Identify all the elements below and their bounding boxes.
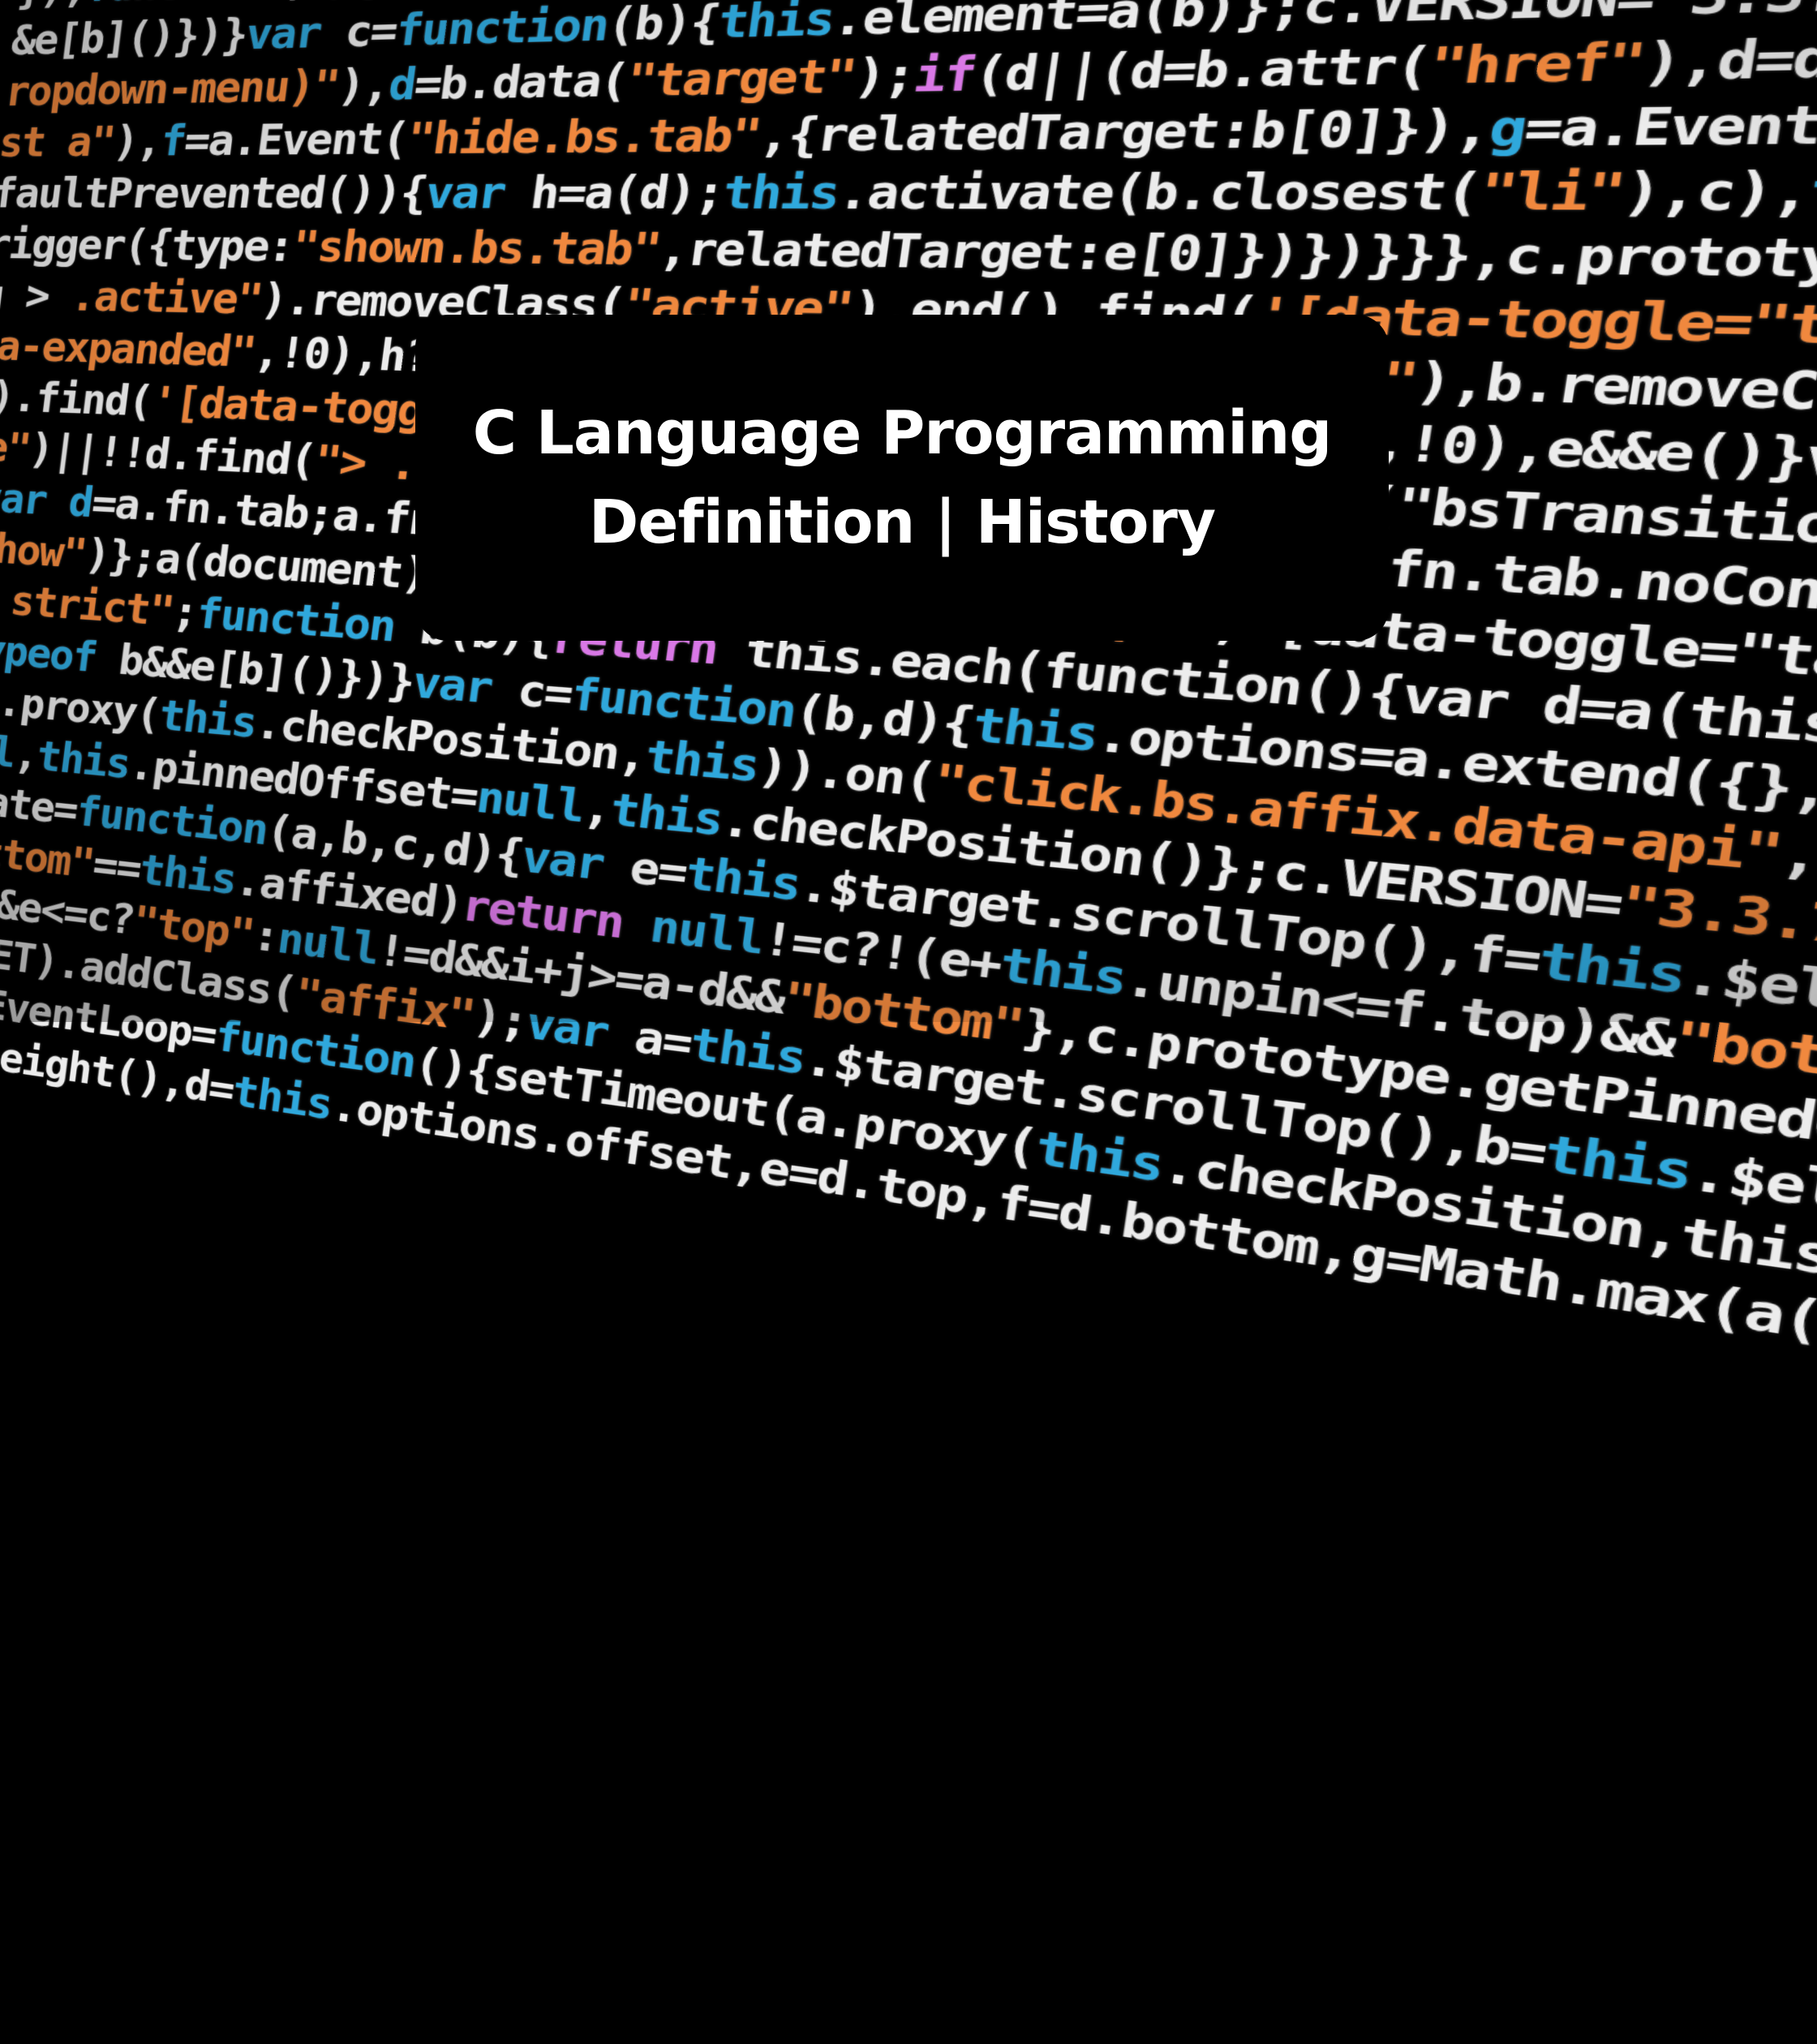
code-token-str: "shown.bs.tab"	[289, 221, 664, 276]
code-token-plain: );	[470, 990, 530, 1049]
code-token-str: "hide.bs.tab"	[404, 108, 764, 165]
title-line-2: Definition | History	[588, 487, 1216, 557]
code-token-kw: this	[230, 1066, 335, 1130]
code-token-str: st a"	[0, 117, 118, 166]
code-token-plain: u >	[0, 270, 52, 320]
code-token-plain: =a.Event(	[1520, 93, 1817, 158]
code-token-plain: ),	[110, 116, 165, 166]
code-token-plain: &e[b]()})}	[9, 9, 250, 65]
code-token-str: "href"	[1424, 32, 1648, 96]
code-token-ret: if	[910, 46, 979, 103]
code-token-str: ia-expanded"	[0, 321, 258, 377]
code-token-plain: ().find(	[0, 371, 155, 426]
title-card: C Language Programming Definition | Hist…	[415, 315, 1389, 641]
code-token-plain: }),	[15, 0, 90, 14]
code-token-kw: this	[34, 732, 133, 788]
code-token-plain: ,{relatedTarget:b[0]}),	[755, 98, 1495, 162]
title-line-1: C Language Programming	[472, 398, 1333, 468]
code-token-kw: this	[682, 847, 804, 912]
code-token-plain: =b.data(	[411, 54, 631, 110]
code-token-plain: a=	[631, 1010, 694, 1070]
code-token-kw: this	[719, 165, 843, 220]
code-token-kw: this	[715, 0, 838, 49]
code-token-str: "show"	[0, 522, 89, 578]
code-token-plain: h=a(d);	[527, 165, 728, 220]
code-token-kw: this	[969, 697, 1102, 762]
code-token-plain: ),	[335, 59, 393, 111]
code-token-kw: this	[642, 730, 762, 792]
code-token-plain: );	[851, 47, 918, 104]
code-token-kw: this	[136, 844, 239, 904]
code-background-photo: }),function(b){return this.each(function…	[0, 0, 1817, 1685]
code-token-str: "target"	[623, 49, 859, 107]
code-token-kw: this	[607, 783, 726, 846]
code-token-kw: function	[393, 0, 612, 56]
code-token-str: ropdown-menu)"	[2, 60, 342, 116]
code-token-kw: this	[157, 690, 260, 748]
code-token-kw: var	[423, 166, 535, 219]
code-token-kw: var	[518, 831, 634, 894]
code-token-kw: var	[243, 6, 349, 59]
code-token-plain: .activate(b.closest(	[834, 162, 1484, 222]
code-token-plain: faultPrevented()){	[0, 167, 430, 219]
code-token-plain: (d||(d=b.attr(	[970, 36, 1434, 102]
code-token-plain: c=	[514, 664, 575, 720]
code-token-plain: ==	[90, 840, 144, 893]
code-token-plain: rigger({type:	[0, 220, 296, 272]
code-token-str: .active"	[68, 272, 265, 324]
code-token-kw: var	[410, 656, 522, 716]
code-token-plain: c=	[341, 5, 400, 58]
code-token-plain: ),c),	[1618, 161, 1815, 223]
code-token-plain: e=	[626, 841, 690, 900]
code-token-kw: var	[0, 473, 49, 525]
code-token-kw: null	[473, 771, 587, 833]
code-token-plain: (b){	[604, 0, 723, 51]
code-token-str: "li"	[1475, 161, 1628, 223]
code-token-plain: =a.Event(	[181, 113, 411, 165]
